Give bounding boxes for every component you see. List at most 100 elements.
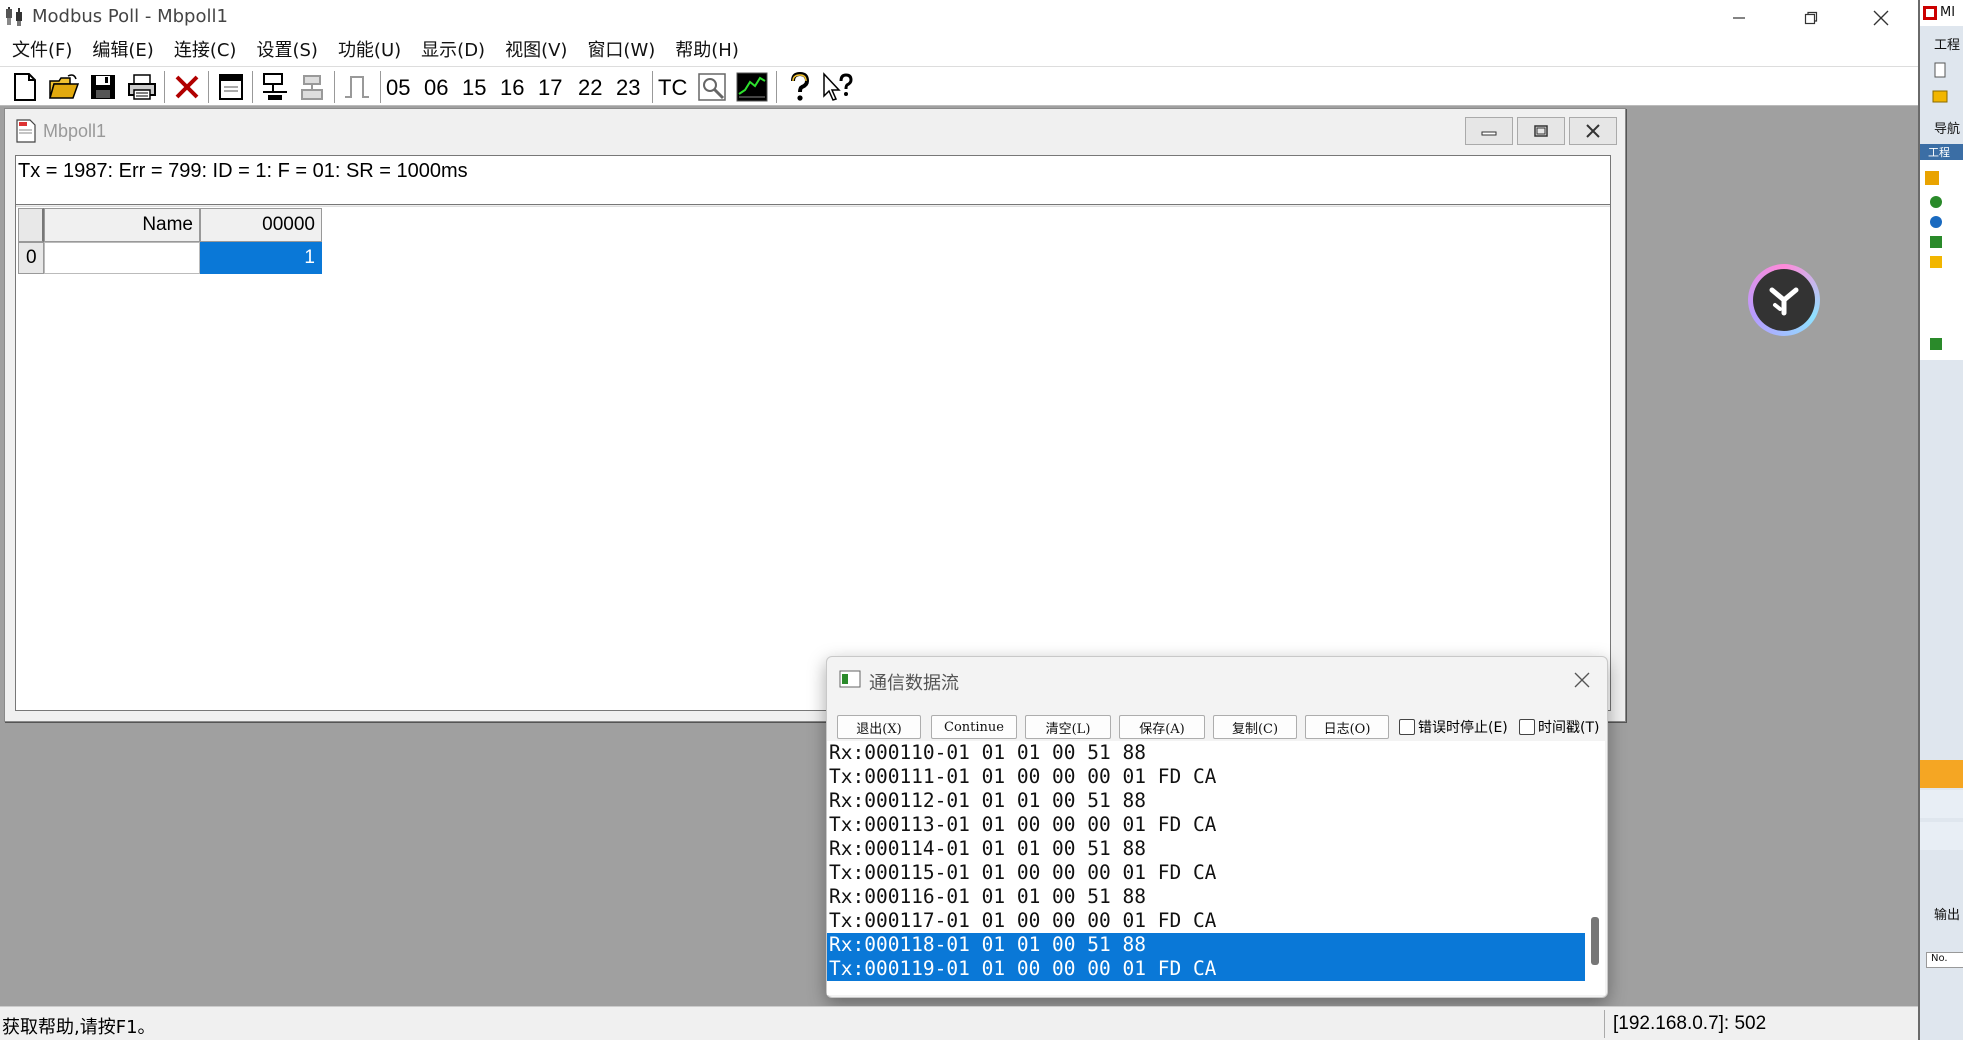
menu-file[interactable]: 文件(F) bbox=[2, 36, 82, 66]
side-titlebar: MI bbox=[1920, 0, 1963, 26]
toolbar: 05 06 15 16 17 22 23 TC bbox=[0, 66, 1918, 106]
tree-node-icon bbox=[1925, 171, 1939, 185]
menu-display[interactable]: 显示(D) bbox=[411, 36, 495, 66]
fc-06-button[interactable]: 06 bbox=[424, 73, 448, 103]
close-icon bbox=[1586, 124, 1600, 138]
fc-17-button[interactable]: 17 bbox=[538, 73, 562, 103]
tc-button[interactable]: TC bbox=[658, 73, 687, 103]
window-icon bbox=[219, 74, 243, 100]
fc-15-button[interactable]: 15 bbox=[462, 73, 486, 103]
traffic-line[interactable]: Rx:000114-01 01 01 00 51 88 bbox=[827, 837, 1585, 861]
menu-functions[interactable]: 功能(U) bbox=[328, 36, 411, 66]
traffic-line-selected[interactable]: Tx:000119-01 01 00 00 00 01 FD CA bbox=[827, 957, 1585, 981]
dialog-close-button[interactable] bbox=[1565, 663, 1599, 697]
disconnect-button[interactable] bbox=[296, 69, 330, 105]
exit-button[interactable]: 退出(X) bbox=[837, 715, 921, 739]
traffic-line[interactable]: Rx:000110-01 01 01 00 51 88 bbox=[827, 741, 1585, 765]
save-log-button[interactable]: 保存(A) bbox=[1119, 715, 1205, 739]
child-minimize-button[interactable] bbox=[1465, 117, 1513, 145]
column-header-name[interactable]: Name bbox=[44, 208, 200, 242]
stop-on-error-label: 错误时停止(E) bbox=[1418, 720, 1508, 736]
window-titlebar: Modbus Poll - Mbpoll1 bbox=[0, 0, 1918, 36]
print-button[interactable] bbox=[124, 69, 160, 105]
stop-on-error-checkbox[interactable]: 错误时停止(E) bbox=[1399, 717, 1508, 737]
traffic-button[interactable] bbox=[694, 69, 730, 105]
fc-16-button[interactable]: 16 bbox=[500, 73, 524, 103]
traffic-log-list[interactable]: Rx:000110-01 01 01 00 51 88 Tx:000111-01… bbox=[827, 741, 1585, 995]
menu-edit[interactable]: 编辑(E) bbox=[82, 36, 163, 66]
copy-button[interactable]: 复制(C) bbox=[1213, 715, 1297, 739]
print-icon bbox=[128, 74, 156, 100]
column-header-address[interactable]: 00000 bbox=[200, 208, 322, 242]
child-titlebar: Mbpoll1 bbox=[5, 109, 1625, 153]
side-item[interactable] bbox=[1920, 822, 1963, 850]
floating-assistant-badge[interactable] bbox=[1748, 264, 1820, 336]
disconnect-icon bbox=[301, 75, 323, 100]
restore-icon bbox=[1804, 11, 1818, 25]
save-button[interactable] bbox=[86, 69, 120, 105]
clear-button[interactable]: 清空(L) bbox=[1025, 715, 1111, 739]
toolbar-separator bbox=[652, 71, 654, 103]
traffic-line-selected[interactable]: Rx:000118-01 01 01 00 51 88 bbox=[827, 933, 1585, 957]
menu-window[interactable]: 窗口(W) bbox=[577, 36, 665, 66]
open-button[interactable] bbox=[46, 69, 82, 105]
status-connection-text: [192.168.0.7]: 502 bbox=[1613, 1013, 1767, 1034]
context-help-button[interactable] bbox=[820, 69, 856, 105]
grid-corner bbox=[18, 208, 44, 242]
traffic-line[interactable]: Tx:000117-01 01 00 00 00 01 FD CA bbox=[827, 909, 1585, 933]
save-disk-icon bbox=[91, 75, 115, 99]
minimize-button[interactable] bbox=[1704, 0, 1774, 36]
traffic-line[interactable]: Tx:000115-01 01 00 00 00 01 FD CA bbox=[827, 861, 1585, 885]
menu-view[interactable]: 视图(V) bbox=[495, 36, 577, 66]
traffic-line[interactable]: Tx:000113-01 01 00 00 00 01 FD CA bbox=[827, 813, 1585, 837]
side-label: 工程 bbox=[1934, 38, 1961, 53]
minimize-icon bbox=[1481, 131, 1497, 136]
menu-help[interactable]: 帮助(H) bbox=[665, 36, 749, 66]
minimize-icon bbox=[1733, 17, 1745, 19]
timestamp-checkbox[interactable]: 时间戳(T) bbox=[1519, 717, 1599, 737]
delete-button[interactable] bbox=[170, 69, 204, 105]
modbus-plug-icon bbox=[6, 7, 22, 26]
side-item[interactable] bbox=[1920, 790, 1963, 818]
window-button[interactable] bbox=[214, 69, 248, 105]
help-icon bbox=[791, 72, 810, 101]
row-header[interactable]: 0 bbox=[18, 242, 44, 274]
checkbox-box bbox=[1519, 719, 1535, 735]
background-app-strip: MI 工程 导航 工程 输出 No. bbox=[1918, 0, 1963, 1040]
toolbar-separator bbox=[252, 71, 254, 103]
menu-connection[interactable]: 连接(C) bbox=[164, 36, 247, 66]
child-restore-button[interactable] bbox=[1517, 117, 1565, 145]
side-app-icon bbox=[1923, 6, 1937, 20]
child-client-area: Tx = 1987: Err = 799: ID = 1: F = 01: SR… bbox=[15, 155, 1611, 711]
child-close-button[interactable] bbox=[1569, 117, 1617, 145]
name-cell[interactable] bbox=[44, 242, 200, 274]
traffic-line[interactable]: Rx:000112-01 01 01 00 51 88 bbox=[827, 789, 1585, 813]
new-button[interactable] bbox=[8, 69, 42, 105]
scrollbar-thumb[interactable] bbox=[1591, 917, 1599, 965]
tree-node-icon bbox=[1930, 338, 1942, 350]
fc-23-button[interactable]: 23 bbox=[616, 73, 640, 103]
fc-05-button[interactable]: 05 bbox=[386, 73, 410, 103]
child-title: Mbpoll1 bbox=[43, 121, 107, 141]
traffic-line[interactable]: Rx:000116-01 01 01 00 51 88 bbox=[827, 885, 1585, 909]
side-label: 工程 bbox=[1928, 146, 1950, 159]
side-active-item[interactable] bbox=[1920, 760, 1963, 788]
tree-node-icon bbox=[1930, 236, 1942, 248]
checkbox-box bbox=[1399, 719, 1415, 735]
restore-button[interactable] bbox=[1776, 0, 1846, 36]
side-label: No. bbox=[1931, 953, 1948, 964]
connect-button[interactable] bbox=[258, 69, 292, 105]
continue-button[interactable]: Continue bbox=[931, 715, 1017, 739]
menu-setup[interactable]: 设置(S) bbox=[246, 36, 327, 66]
tree-node-icon bbox=[1930, 216, 1942, 228]
value-cell[interactable]: 1 bbox=[200, 242, 322, 274]
pulse-button[interactable] bbox=[340, 69, 374, 105]
help-button[interactable] bbox=[784, 69, 816, 105]
fc-22-button[interactable]: 22 bbox=[578, 73, 602, 103]
traffic-scrollbar[interactable] bbox=[1585, 741, 1605, 995]
communication-traffic-dialog: 通信数据流 退出(X) Continue 清空(L) 保存(A) 复制(C) 日… bbox=[826, 656, 1608, 998]
chart-button[interactable] bbox=[734, 69, 770, 105]
log-button[interactable]: 日志(O) bbox=[1305, 715, 1389, 739]
traffic-line[interactable]: Tx:000111-01 01 00 00 00 01 FD CA bbox=[827, 765, 1585, 789]
close-button[interactable] bbox=[1846, 0, 1916, 36]
